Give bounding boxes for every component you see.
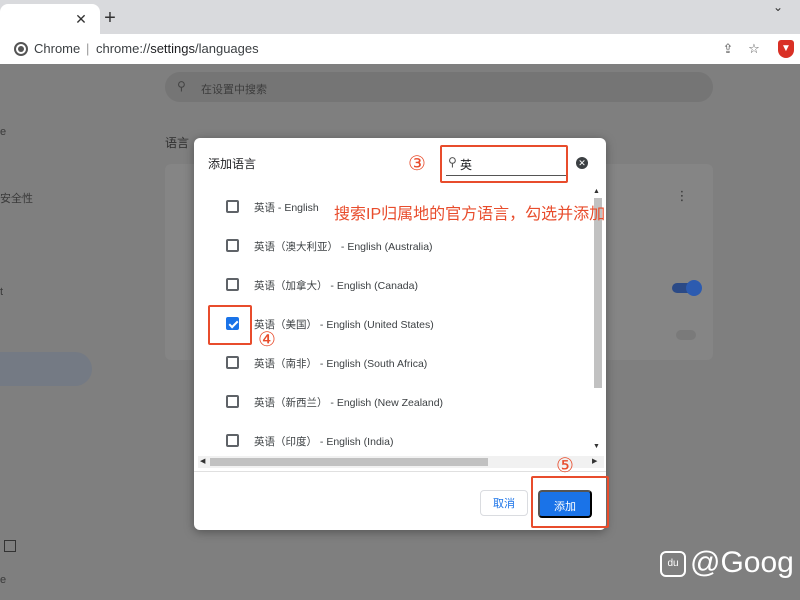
list-item[interactable]: 英语（加拿大） - English (Canada) — [194, 266, 594, 304]
annotation-step-5: ⑤ — [556, 455, 574, 477]
language-label: 英语（新西兰） - English (New Zealand) — [254, 397, 444, 409]
sidebar-fragment[interactable]: e — [0, 126, 6, 138]
sidebar-fragment[interactable]: 安全性 — [0, 190, 33, 206]
browser-toolbar: Chrome | chrome://settings/languages ⇪ ☆… — [0, 34, 800, 64]
scroll-right-icon[interactable]: ▶ — [592, 457, 597, 465]
more-options-icon[interactable]: ⋮ — [674, 188, 690, 204]
settings-search-placeholder: 在设置中搜索 — [201, 84, 267, 96]
scroll-down-icon[interactable]: ▼ — [593, 443, 600, 450]
scrollbar-thumb[interactable] — [594, 198, 602, 388]
baidu-paw-logo-icon: du — [660, 551, 686, 578]
list-item[interactable]: 英语（澳大利亚） - English (Australia) — [194, 227, 594, 265]
vertical-scrollbar[interactable]: ▲ ▼ — [592, 188, 604, 456]
language-checkbox[interactable] — [226, 434, 239, 447]
search-icon: ⚲ — [177, 79, 186, 93]
omnibox-separator: | — [86, 41, 90, 56]
url-text: chrome://settings/languages — [96, 41, 259, 56]
annotation-box-add — [531, 476, 609, 528]
dialog-divider — [194, 471, 606, 472]
extension-shield-icon[interactable]: ▼ — [778, 40, 794, 58]
annotation-box-search — [440, 145, 568, 183]
url-prefix: chrome:// — [96, 41, 151, 56]
scheme-label: Chrome — [34, 41, 81, 56]
bookmark-star-icon[interactable]: ☆ — [746, 41, 762, 57]
new-tab-icon[interactable]: + — [100, 8, 120, 28]
sidebar-fragment[interactable]: t — [0, 286, 3, 298]
annotation-instruction: 搜索IP归属地的官方语言，勾选并添加 — [334, 206, 606, 223]
toggle-switch-off[interactable] — [676, 330, 696, 340]
list-item[interactable]: 英语（美国） - English (United States) — [194, 305, 594, 343]
language-list: 英语 - English 英语（澳大利亚） - English (Austral… — [194, 188, 594, 458]
url-host: settings — [150, 41, 195, 56]
external-link-icon[interactable] — [4, 540, 16, 552]
language-label: 英语（南非） - English (South Africa) — [254, 358, 428, 370]
chrome-icon — [14, 42, 28, 56]
scroll-left-icon[interactable]: ◀ — [200, 457, 205, 465]
clear-search-icon[interactable]: ✕ — [576, 157, 588, 169]
list-item[interactable]: 英语（新西兰） - English (New Zealand) — [194, 383, 594, 421]
list-item[interactable]: 英语（印度） - English (India) — [194, 422, 594, 460]
browser-tab[interactable]: ✕ — [0, 4, 100, 34]
language-checkbox[interactable] — [226, 278, 239, 291]
scrollbar-thumb[interactable] — [210, 458, 488, 466]
language-checkbox[interactable] — [226, 200, 239, 213]
tab-strip: ✕ + ⌄ — [0, 0, 800, 34]
language-label: 英语（美国） - English (United States) — [254, 319, 434, 331]
sidebar-item-languages[interactable] — [0, 352, 92, 386]
list-item[interactable]: 英语（南非） - English (South Africa) — [194, 344, 594, 382]
add-languages-dialog: 添加语言 ⚲ 英 ✕ 英语 - English 英语（澳大利亚） - Engli… — [194, 138, 606, 530]
toggle-switch-on[interactable] — [672, 280, 702, 296]
language-label: 英语（印度） - English (India) — [254, 436, 394, 448]
sidebar-fragment[interactable]: e — [0, 574, 6, 586]
address-bar[interactable]: Chrome | chrome://settings/languages — [6, 36, 712, 62]
section-title: 语言 — [165, 136, 190, 150]
settings-search-input[interactable]: ⚲ 在设置中搜索 — [165, 72, 713, 102]
annotation-step-4: ④ — [258, 329, 276, 351]
url-path: /languages — [195, 41, 259, 56]
watermark-text: @Goog — [690, 546, 794, 579]
annotation-box-checkbox — [208, 305, 252, 345]
language-label: 英语（加拿大） - English (Canada) — [254, 280, 418, 292]
language-checkbox[interactable] — [226, 356, 239, 369]
horizontal-scrollbar[interactable]: ◀ ▶ — [198, 456, 604, 468]
dialog-title: 添加语言 — [208, 157, 257, 171]
share-icon[interactable]: ⇪ — [720, 41, 736, 57]
language-checkbox[interactable] — [226, 239, 239, 252]
annotation-step-3: ③ — [408, 153, 426, 175]
language-label: 英语 - English — [254, 202, 319, 214]
cancel-button[interactable]: 取消 — [480, 490, 528, 516]
close-tab-icon[interactable]: ✕ — [72, 10, 90, 28]
language-label: 英语（澳大利亚） - English (Australia) — [254, 241, 433, 253]
chevron-down-icon[interactable]: ⌄ — [768, 0, 788, 16]
language-checkbox[interactable] — [226, 395, 239, 408]
scroll-up-icon[interactable]: ▲ — [593, 188, 600, 195]
watermark: du @Goog — [660, 546, 800, 586]
